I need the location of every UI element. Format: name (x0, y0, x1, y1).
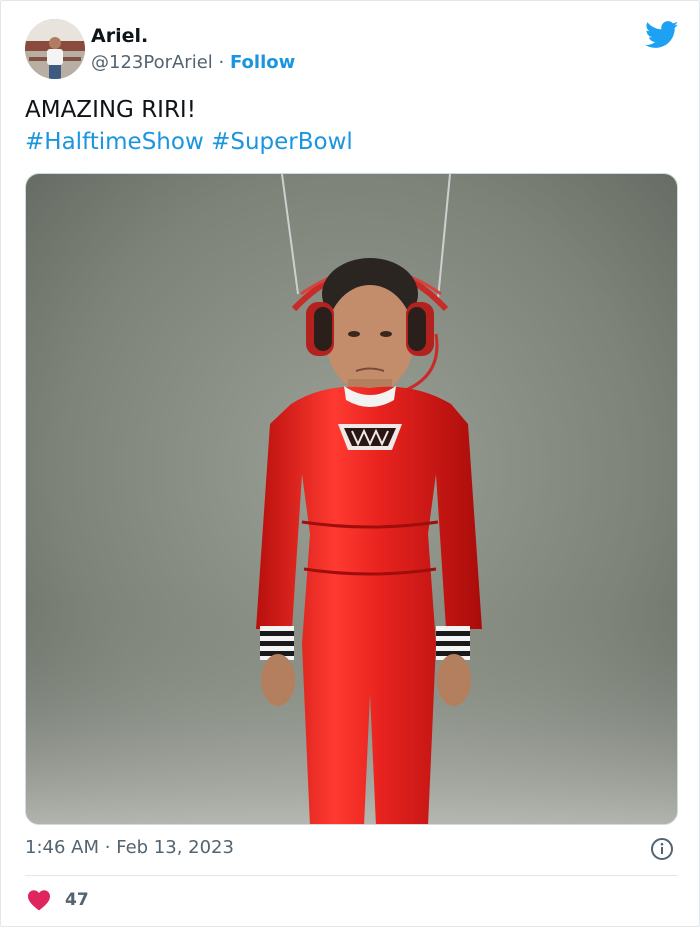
like-button[interactable]: 47 (27, 889, 89, 911)
handle-separator: · (218, 51, 225, 73)
tweet-hashtags: #HalftimeShow #SuperBowl (25, 126, 675, 158)
hashtag-halftimeshow[interactable]: #HalftimeShow (25, 129, 204, 155)
info-icon[interactable] (650, 837, 674, 861)
tweet-card: Ariel. @123PorAriel · Follow AMAZING RIR… (0, 0, 700, 927)
tweet-date: Feb 13, 2023 (116, 837, 234, 858)
author-handle[interactable]: @123PorAriel (91, 52, 213, 73)
tweet-photo (26, 174, 677, 824)
like-count: 47 (65, 890, 89, 910)
author-display-name[interactable]: Ariel. (91, 24, 295, 48)
author-handle-row: @123PorAriel · Follow (91, 51, 295, 75)
tweet-text-line: AMAZING RIRI! (25, 97, 196, 123)
tweet-time: 1:46 AM (25, 837, 99, 858)
tweet-text: AMAZING RIRI! #HalftimeShow #SuperBowl (25, 94, 675, 158)
author-names: Ariel. @123PorAriel · Follow (91, 19, 295, 79)
follow-button[interactable]: Follow (230, 52, 295, 73)
hashtag-superbowl[interactable]: #SuperBowl (211, 129, 353, 155)
avatar[interactable] (25, 19, 85, 79)
avatar-image (25, 19, 85, 79)
tweet-timestamp[interactable]: 1:46 AM · Feb 13, 2023 (25, 836, 234, 860)
tweet-header: Ariel. @123PorAriel · Follow (25, 19, 295, 79)
divider (25, 875, 678, 876)
timestamp-separator: · (104, 837, 111, 858)
heart-icon (28, 890, 50, 911)
twitter-bird-icon[interactable] (645, 21, 679, 49)
tweet-media[interactable] (25, 173, 678, 825)
